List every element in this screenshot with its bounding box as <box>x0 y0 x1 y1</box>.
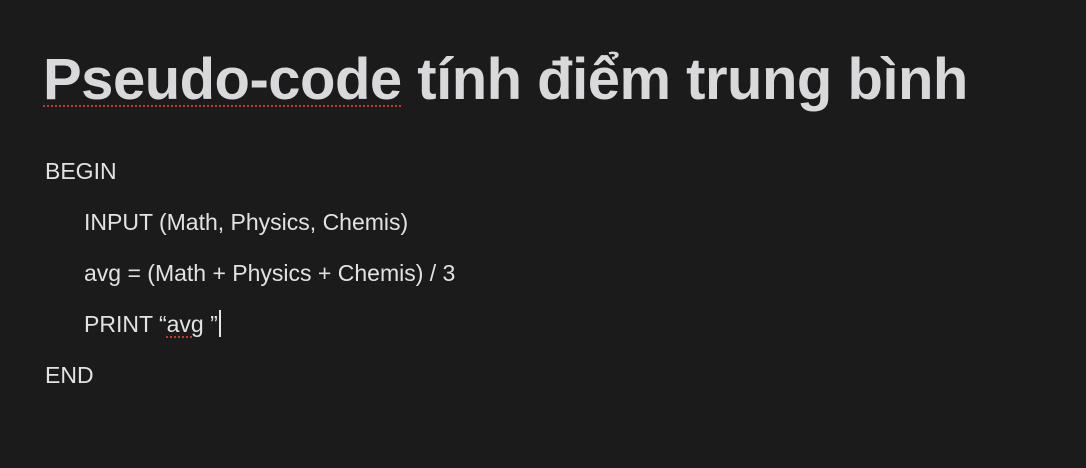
print-misspelled-word[interactable]: avg <box>167 311 204 337</box>
code-line-begin[interactable]: BEGIN <box>45 156 117 186</box>
print-prefix: PRINT “ <box>84 311 167 337</box>
code-line-end[interactable]: END <box>45 360 94 390</box>
code-line-print[interactable]: PRINT “avg ” <box>84 309 221 339</box>
page-title[interactable]: Pseudo-code tính điểm trung bình <box>43 42 968 118</box>
text-cursor <box>218 310 221 337</box>
print-suffix: ” <box>203 311 218 337</box>
code-line-input[interactable]: INPUT (Math, Physics, Chemis) <box>84 207 408 237</box>
code-line-avg[interactable]: avg = (Math + Physics + Chemis) / 3 <box>84 258 455 288</box>
title-rest: tính điểm trung bình <box>401 47 968 112</box>
note-editor[interactable]: Pseudo-code tính điểm trung bình BEGIN I… <box>0 0 1086 468</box>
title-misspelled-word[interactable]: Pseudo-code <box>43 47 402 112</box>
